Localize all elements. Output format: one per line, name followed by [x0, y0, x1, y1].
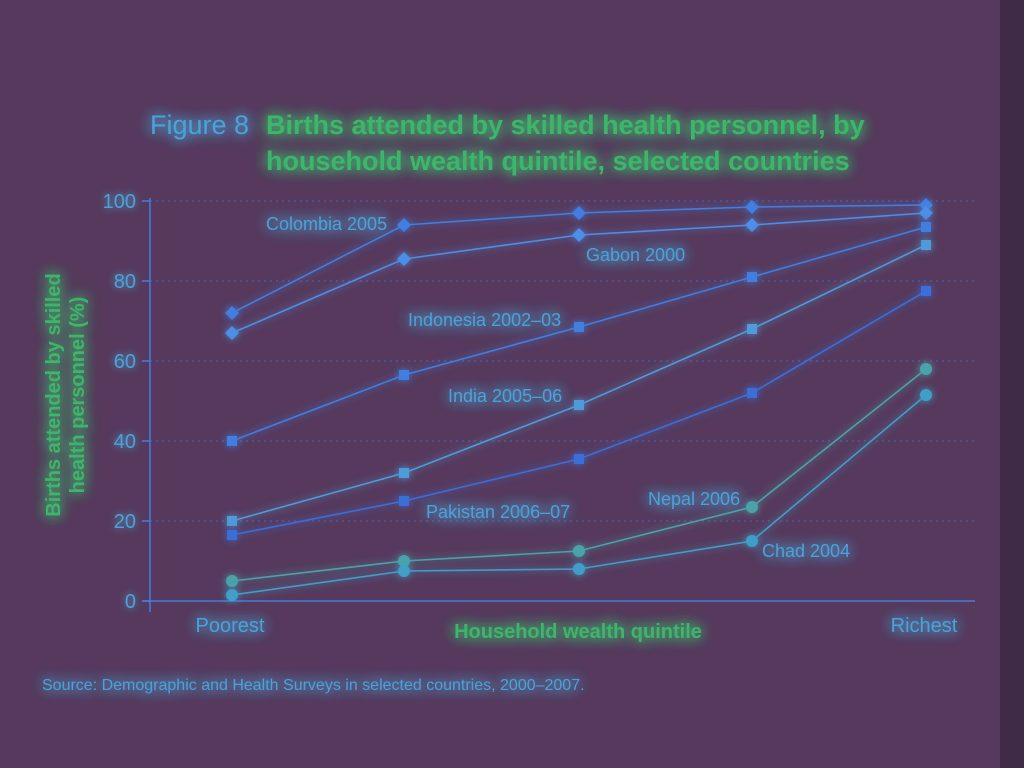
data-point [747, 324, 757, 334]
title-line-1: Births attended by skilled health person… [266, 110, 865, 140]
data-point [574, 400, 584, 410]
y-tick-label: 80 [114, 271, 136, 293]
data-point [574, 322, 584, 332]
y-tick-labels: 0 20 40 60 80 100 [103, 191, 136, 613]
data-point [573, 563, 585, 575]
y-axis-title: Births attended by skilled health person… [43, 273, 89, 516]
data-point [745, 218, 759, 232]
data-point [746, 535, 758, 547]
title-line-2: household wealth quintile, selected coun… [266, 146, 850, 176]
data-point [225, 306, 239, 320]
data-point [745, 200, 759, 214]
data-point [921, 240, 931, 250]
data-point [574, 454, 584, 464]
y-tick-label: 20 [114, 511, 136, 533]
x-axis-title: Household wealth quintile [454, 621, 702, 643]
data-point [920, 363, 932, 375]
data-point [747, 272, 757, 282]
series-label: Nepal 2006 [648, 489, 740, 509]
y-axis-title-line-2: health personnel (%) [67, 297, 89, 494]
chart: Figure 8 Births attended by skilled heal… [42, 0, 1024, 768]
series-label: India 2005–06 [448, 386, 562, 406]
x-tick-poorest: Poorest [196, 615, 265, 637]
data-point [227, 436, 237, 446]
source-note: Source: Demographic and Health Surveys i… [42, 677, 585, 694]
x-tick-richest: Richest [891, 615, 958, 637]
data-point [397, 252, 411, 266]
data-point [747, 388, 757, 398]
data-point [227, 530, 237, 540]
data-point [746, 501, 758, 513]
series-line [231, 244, 927, 522]
figure-title: Figure 8 Births attended by skilled heal… [150, 110, 865, 176]
data-point [397, 218, 411, 232]
series-3 [227, 240, 931, 526]
series-2 [227, 222, 931, 446]
data-point [398, 565, 410, 577]
series-label: Indonesia 2002–03 [408, 310, 561, 330]
data-point [399, 496, 409, 506]
data-point [572, 228, 586, 242]
data-point [921, 222, 931, 232]
y-axis-title-line-1: Births attended by skilled [43, 273, 65, 516]
series-label: Pakistan 2006–07 [426, 502, 570, 522]
data-point [399, 370, 409, 380]
x-axis-labels: Poorest Richest Household wealth quintil… [196, 615, 958, 643]
data-point [399, 468, 409, 478]
data-point [226, 589, 238, 601]
source-text: Source: Demographic and Health Surveys i… [42, 677, 585, 694]
data-point [919, 206, 933, 220]
figure-number: Figure 8 [150, 110, 249, 140]
edge-shadow [1000, 0, 1024, 768]
data-point [572, 206, 586, 220]
data-point [573, 545, 585, 557]
y-tick-label: 0 [125, 591, 136, 613]
series-label: Gabon 2000 [586, 245, 685, 265]
data-point [920, 389, 932, 401]
y-tick-label: 100 [103, 191, 136, 213]
data-point [227, 516, 237, 526]
data-point [226, 575, 238, 587]
data-point [921, 286, 931, 296]
y-tick-label: 40 [114, 431, 136, 453]
y-tick-label: 60 [114, 351, 136, 373]
series-label: Colombia 2005 [266, 214, 387, 234]
data-point [225, 326, 239, 340]
series-label: Chad 2004 [762, 541, 850, 561]
